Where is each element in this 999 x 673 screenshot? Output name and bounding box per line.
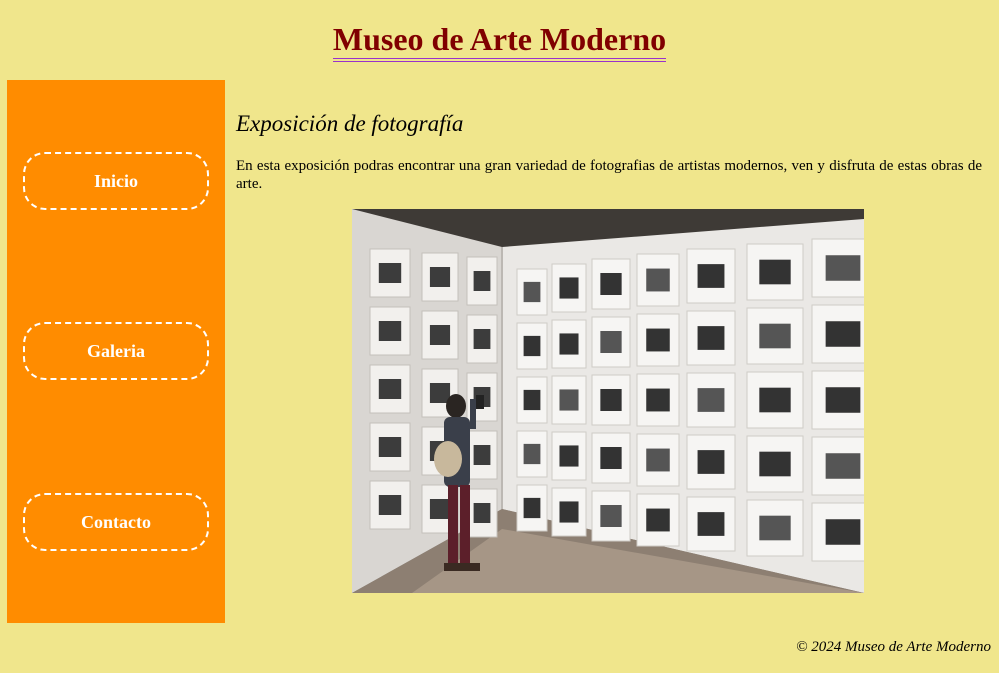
wall-frame — [369, 480, 411, 530]
wall-frame — [369, 422, 411, 472]
gallery-photo — [352, 209, 864, 593]
wall-frame — [591, 490, 631, 542]
wall-frame — [516, 268, 548, 316]
wall-frame — [369, 306, 411, 356]
wall-frame — [811, 370, 864, 430]
wall-frame — [811, 238, 864, 298]
wall-frame — [636, 433, 680, 487]
section-title: Exposición de fotografía — [236, 111, 464, 136]
site-title-text: Museo de Arte Moderno — [332, 20, 667, 62]
sidebar-nav: Inicio Galeria Contacto — [7, 80, 225, 623]
wall-frame — [516, 376, 548, 424]
wall-frame — [636, 313, 680, 367]
wall-frame — [591, 316, 631, 368]
wall-frame — [591, 432, 631, 484]
wall-frame — [746, 435, 804, 493]
wall-frame — [811, 304, 864, 364]
footer-copyright: © 2024 Museo de Arte Moderno — [796, 639, 991, 655]
wall-frame — [369, 248, 411, 298]
wall-frame — [746, 243, 804, 301]
gallery-photo-illustration — [352, 209, 864, 593]
wall-frame — [551, 263, 587, 313]
nav-button-galeria[interactable]: Galeria — [23, 322, 209, 380]
wall-frame — [466, 314, 498, 364]
wall-frame — [551, 375, 587, 425]
wall-frame — [636, 493, 680, 547]
wall-frame — [466, 256, 498, 306]
wall-frame — [686, 372, 736, 428]
intro-paragraph: En esta exposición podras encontrar una … — [236, 158, 982, 192]
wall-frame — [636, 373, 680, 427]
wall-frame — [686, 310, 736, 366]
wall-frame — [551, 319, 587, 369]
wall-frame — [466, 430, 498, 480]
wall-frame — [591, 374, 631, 426]
wall-frame — [551, 431, 587, 481]
wall-frame — [746, 371, 804, 429]
wall-frame — [686, 248, 736, 304]
wall-frame — [421, 252, 459, 302]
nav-button-inicio[interactable]: Inicio — [23, 152, 209, 210]
wall-frame — [686, 496, 736, 552]
wall-frame — [636, 253, 680, 307]
wall-frame — [516, 322, 548, 370]
nav-button-contacto[interactable]: Contacto — [23, 493, 209, 551]
wall-frame — [421, 310, 459, 360]
wall-frame — [746, 307, 804, 365]
wall-frame — [516, 484, 548, 532]
wall-frame — [746, 499, 804, 557]
wall-frame — [516, 430, 548, 478]
wall-frame — [369, 364, 411, 414]
wall-frame — [811, 502, 864, 562]
wall-frame — [466, 488, 498, 538]
wall-frame — [591, 258, 631, 310]
wall-frame — [686, 434, 736, 490]
wall-frame — [811, 436, 864, 496]
wall-frame — [551, 487, 587, 537]
site-title: Museo de Arte Moderno — [0, 20, 999, 62]
